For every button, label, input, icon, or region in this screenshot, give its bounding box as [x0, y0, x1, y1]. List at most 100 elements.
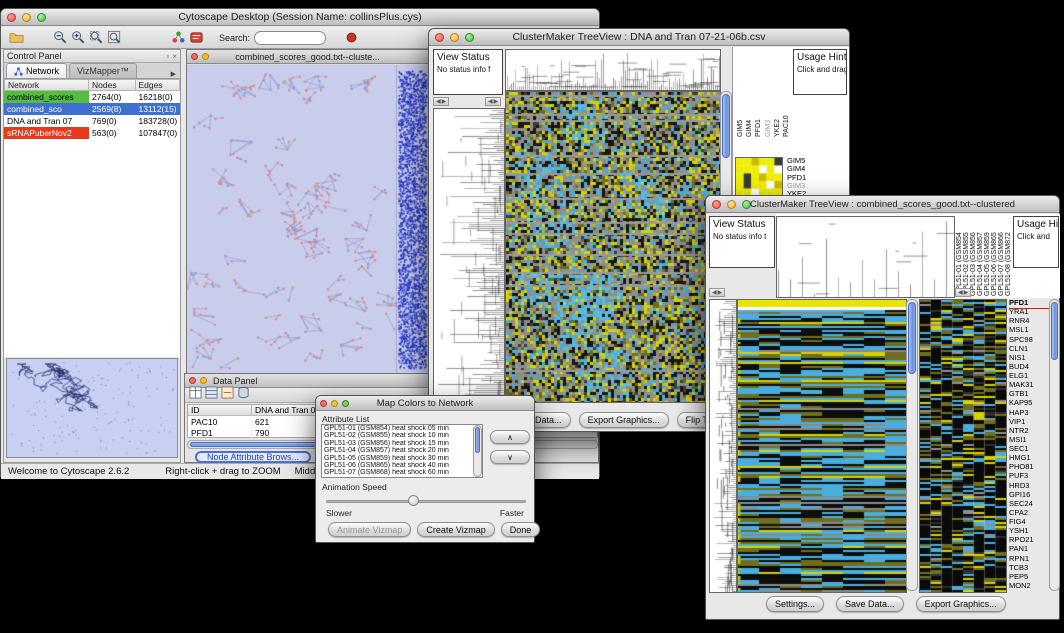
usage-hints-panel: Usage Hints Click and drag to [793, 49, 847, 95]
column-dendrogram-canvas[interactable] [505, 49, 721, 91]
annotation-icon[interactable] [187, 29, 205, 47]
network-canvas[interactable] [187, 65, 428, 373]
tab-overflow-icon[interactable]: ▶ [167, 70, 180, 78]
column-label[interactable]: YKE2 [773, 51, 781, 137]
treeview2-titlebar[interactable]: ClusterMaker TreeView : combined_scores_… [706, 196, 1059, 213]
column-label[interactable]: GPL51-02 (GSM855 [962, 216, 969, 296]
column-label[interactable]: GIM4 [745, 51, 753, 137]
frame-minimize-icon[interactable] [200, 377, 207, 384]
network-name: sRNAPuberNov2 [4, 127, 89, 139]
attribute-list: GPL51-01 (GSM854) heat shock 05 minGPL51… [321, 424, 483, 478]
node-attribute-browser-tab[interactable]: Node Attribute Brows... [195, 451, 311, 463]
status-welcome: Welcome to Cytoscape 2.6.2 [8, 466, 129, 477]
search-label: Search: [219, 33, 250, 43]
record-icon[interactable] [342, 29, 360, 47]
database-icon[interactable] [237, 386, 250, 404]
attribute-list-item[interactable]: GPL51-03 (GSM856) heat shock 15 min [322, 440, 482, 447]
treeview1-titlebar[interactable]: ClusterMaker TreeView : DNA and Tran 07-… [429, 29, 849, 46]
attribute-select-icon[interactable] [189, 386, 202, 404]
zoom-fit-icon[interactable] [105, 29, 123, 47]
column-label[interactable]: GPL51-06 (GSM865 [990, 216, 997, 296]
column-label[interactable]: GIM3 [764, 51, 772, 137]
network-view-titlebar[interactable]: combined_scores_good.txt--cluste... [187, 50, 428, 64]
col-edges[interactable]: Edges [136, 79, 181, 91]
heatmap-canvas[interactable] [505, 91, 721, 403]
vizmapper-icon[interactable] [169, 29, 187, 47]
control-panel-tabs: Network VizMapper™ ▶ [4, 63, 180, 79]
column-label[interactable]: GPL51-03 (GSM856 [969, 216, 976, 296]
attribute-list-item[interactable]: GPL51-02 (GSM855) heat shock 10 min [322, 432, 482, 439]
column-label[interactable]: PAC10 [782, 51, 790, 137]
tab-vizmapper[interactable]: VizMapper™ [69, 63, 137, 78]
network-overview-thumbnail[interactable] [6, 358, 178, 458]
treeview2-title: ClusterMaker TreeView : combined_scores_… [706, 199, 1059, 210]
search-input[interactable] [254, 31, 326, 45]
open-file-icon[interactable] [7, 29, 25, 47]
network-list-row[interactable]: combined_sco 2569(8) 13112(15) [4, 103, 180, 115]
dialog-button[interactable]: Animate Vizmap [328, 522, 411, 537]
move-up-button[interactable]: ∧ [490, 430, 530, 444]
speed-slider-track[interactable] [326, 500, 526, 503]
attribute-grid-icon[interactable] [205, 386, 218, 404]
column-label[interactable]: GPL51-07 (GSM866 [997, 216, 1004, 296]
scroll-left-right-icons[interactable]: ◀▶ [709, 288, 725, 297]
heatmap-canvas[interactable] [737, 299, 907, 593]
close-panel-icon[interactable]: × [172, 52, 177, 61]
usage-hints-panel: Usage Hints Click and [1013, 216, 1059, 268]
treeview-button[interactable]: Settings... [766, 596, 824, 612]
main-titlebar[interactable]: Cytoscape Desktop (Session Name: collins… [1, 9, 599, 26]
treeview-button[interactable]: Export Graphics... [916, 596, 1006, 612]
col-id[interactable]: ID [188, 405, 252, 416]
attribute-list-label: Attribute List [322, 414, 369, 424]
gene-list: PFD1YRA1RNR4MSL1SPC98CLN1NIS1BUD4ELG1MAK… [1009, 299, 1049, 591]
col-nodes[interactable]: Nodes [89, 79, 135, 91]
animation-speed-label: Animation Speed [322, 482, 387, 492]
dialog-button[interactable]: Create Vizmap [417, 522, 494, 537]
frame-close-icon[interactable] [189, 377, 196, 384]
heatmap-vscrollbar[interactable] [906, 299, 918, 591]
slower-label: Slower [326, 508, 352, 518]
column-label[interactable]: GPL51-05 (GSM859 [983, 216, 990, 296]
row-dendrogram-canvas[interactable] [709, 299, 737, 593]
row-dendrogram-canvas[interactable] [433, 108, 505, 403]
dialog-titlebar[interactable]: Map Colors to Network [316, 396, 534, 411]
attribute-list-item[interactable]: GPL51-06 (GSM865) heat shock 40 min [322, 462, 482, 469]
treeview-button[interactable]: Export Graphics... [579, 412, 669, 428]
col-network[interactable]: Network [4, 79, 89, 91]
scroll-left-right-icons[interactable]: ◀▶ [433, 97, 449, 106]
attribute-list-vscrollbar[interactable] [473, 425, 482, 477]
view-status-text: No status info t [713, 232, 771, 241]
column-label[interactable]: GPL51-01 (GSM854 [955, 216, 962, 296]
zoom-in-icon[interactable] [69, 29, 87, 47]
network-list-row[interactable]: combined_scores 2764(0) 16218(0) [4, 91, 180, 103]
move-down-button[interactable]: ∨ [490, 450, 530, 464]
speed-slider-thumb[interactable] [408, 495, 419, 506]
dialog-button[interactable]: Done [501, 522, 541, 537]
column-label[interactable]: PFD1 [754, 51, 762, 137]
scroll-left-right-icons[interactable]: ◀▶ [955, 288, 971, 297]
attribute-list-item[interactable]: GPL51-07 (GSM868) heat shock 60 min [322, 469, 482, 476]
treeview-button[interactable]: Save Data... [836, 596, 904, 612]
network-nodes: 769(0) [89, 115, 135, 127]
network-list-row[interactable]: sRNAPuberNov2 563(0) 107847(0) [4, 127, 180, 139]
gene-list-vscrollbar[interactable] [1049, 299, 1060, 591]
attribute-function-icon[interactable] [221, 386, 234, 404]
usage-hints-title: Usage Hints [797, 52, 843, 63]
attribute-list-item[interactable]: GPL51-05 (GSM859) heat shock 30 min [322, 455, 482, 462]
tab-network[interactable]: Network [6, 63, 67, 78]
network-name: DNA and Tran 07 [4, 115, 89, 127]
zoom-out-icon[interactable] [51, 29, 69, 47]
scroll-left-right-icons[interactable]: ◀▶ [485, 97, 501, 106]
column-label[interactable]: GIM5 [736, 51, 744, 137]
secondary-heatmap-canvas[interactable] [919, 299, 1007, 593]
gene-label[interactable]: MON2 [1009, 582, 1049, 591]
attribute-list-item[interactable]: GPL51-04 (GSM857) heat shock 20 min [322, 447, 482, 454]
zoom-selected-icon[interactable] [87, 29, 105, 47]
attribute-list-item[interactable]: GPL51-01 (GSM854) heat shock 05 min [322, 425, 482, 432]
column-dendrogram-canvas[interactable] [776, 216, 955, 298]
column-label[interactable]: GPL51-08 (GSM872 [1004, 216, 1011, 296]
float-panel-icon[interactable]: ▫ [166, 52, 169, 61]
control-panel: Control Panel ▫ × Network VizMapper™ ▶ N… [3, 49, 181, 463]
column-label[interactable]: GPL51-04 (GSM857 [976, 216, 983, 296]
network-list-row[interactable]: DNA and Tran 07 769(0) 183728(0) [4, 115, 180, 127]
